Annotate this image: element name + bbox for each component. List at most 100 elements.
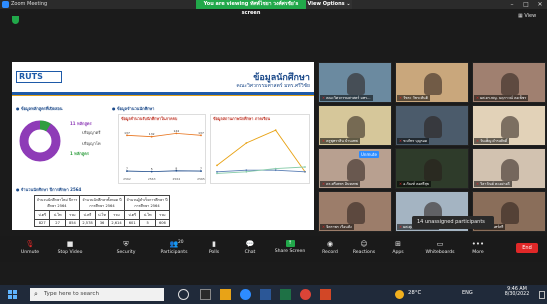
participant-name-text: ผศ.ดร.พญ. นฤกาวณ์ คงเพ็ชร <box>480 96 527 100</box>
bachelor-caption: ปริญญาตรี <box>82 130 101 135</box>
language-indicator[interactable]: ENG <box>462 290 473 296</box>
zoom-taskbar-icon[interactable] <box>240 289 251 300</box>
participant-tile[interactable]: ✕ ดร.ศรีเพชร อินทเทพ <box>318 148 392 189</box>
chart-b-point <box>304 166 306 168</box>
toolbar-label: Chat <box>244 250 256 255</box>
maximize-button[interactable]: □ <box>519 0 533 9</box>
word-icon[interactable] <box>260 289 271 300</box>
chart-a-box: ข้อมูลจำนวนรับนักศึกษาในภาคจบ 137 132 144 1… <box>118 114 206 184</box>
participant-tile[interactable]: ✕ วันเพ็ญ ดำรงศักดิ์ <box>472 105 546 146</box>
more-button[interactable]: ••• More <box>456 240 500 255</box>
participant-tile[interactable]: ✕ คณะวิศวกรรมศาสตร์ มทร... <box>318 62 392 103</box>
chart-b-plot <box>216 129 306 175</box>
participant-avatar <box>347 73 365 95</box>
students-section-label: ข้อมูลจำนวนนักศึกษา <box>116 106 155 111</box>
unassigned-participants-notice[interactable]: 14 unassigned participants <box>412 216 494 229</box>
header-accent-line <box>12 95 314 96</box>
security-button[interactable]: ⛨ Security <box>104 240 148 255</box>
stop-video-button[interactable]: ■ Stop Video <box>48 240 92 255</box>
zoom-window: Zoom Meeting – □ ✕ You are viewing ทัศพ์… <box>0 0 547 304</box>
encryption-shield-icon[interactable] <box>12 16 19 24</box>
chart-a-x-tick: 2565 <box>197 177 205 181</box>
table-sub-header: รวม <box>64 210 81 220</box>
table-sub-header: รวม <box>154 210 171 220</box>
courses-section-label: ข้อมูลหลักสูตรที่เปิดสอน <box>20 106 63 111</box>
participant-avatar <box>347 202 365 224</box>
view-options-button[interactable]: View Options ⌄ <box>306 0 352 9</box>
chart-b-title: ข้อมูลสถานภาพนักศึกษา ภาคเรียน <box>213 116 271 121</box>
participants-button[interactable]: 👥 20 Participants <box>152 240 196 255</box>
chart-b-point <box>274 169 277 172</box>
apps-button[interactable]: ⊞ Apps <box>376 240 420 255</box>
chart-b-series-line <box>216 166 306 174</box>
participant-tile[interactable]: ✕ วัชระ วัชระสันติ <box>395 62 469 103</box>
logo-text: RUTS <box>19 72 43 81</box>
task-view-icon[interactable] <box>178 289 189 300</box>
donut-slice-master <box>39 120 51 132</box>
excel-icon[interactable] <box>280 289 291 300</box>
end-meeting-button[interactable]: End <box>516 243 538 253</box>
participant-name-text: ดร.ศรีเพชร อินทเทพ <box>326 182 358 186</box>
notifications-icon[interactable] <box>539 291 545 299</box>
close-button[interactable]: ✕ <box>533 0 547 9</box>
chat-button[interactable]: 💬 Chat <box>228 240 272 255</box>
toolbar-label: Stop Video <box>57 250 83 255</box>
chrome-icon[interactable] <box>300 289 311 300</box>
chart-a-data-label: 8 <box>175 166 177 170</box>
unmute-pill[interactable]: Unmute <box>359 151 379 158</box>
weather-icon[interactable] <box>395 290 404 299</box>
participant-tile[interactable]: ✕ ชวภัทร บุญรอด <box>395 105 469 146</box>
clock-date: 8/30/2022 <box>504 292 530 297</box>
table-cell: 36 <box>95 219 109 227</box>
chat-icon: 💬 <box>245 240 255 248</box>
chart-a-data-label: 7 <box>200 167 202 171</box>
viewing-screen-banner: You are viewing ทัศพ์ไชยา วงศ์ศรชัย's sc… <box>196 0 306 16</box>
participant-tile[interactable]: ✕ วิลาวัณย์ ตะอย่างดี <box>472 148 546 189</box>
participant-tile[interactable]: ✕ ครูพุทราสิน บ้านเทพ <box>318 105 392 146</box>
table-sub-header: รวม <box>107 210 126 220</box>
taskbar-search-box[interactable]: ⌕ Type here to search <box>30 288 164 301</box>
participant-avatar <box>501 159 519 181</box>
table-section-title: ● จำนวนนักศึกษา ปีการศึกษา 2564 <box>16 186 81 193</box>
participant-name-text: ครูพุทราสิน บ้านเทพ <box>326 139 358 143</box>
participant-tile[interactable]: ✕ ผศ.ดร.พญ. นฤกาวณ์ คงเพ็ชร <box>472 62 546 103</box>
minimize-button[interactable]: – <box>505 0 519 9</box>
view-button[interactable]: ▦ View <box>518 13 536 19</box>
table-cell: 5 <box>139 219 156 227</box>
participant-name-text: ชวภัทร บุญรอด <box>403 139 428 143</box>
table-cell: 2,578 <box>78 219 97 227</box>
participant-name: ✕ วิลาวัณย์ ตะอย่างดี <box>474 181 512 187</box>
table-sub-header: ป.ตรี <box>123 210 141 220</box>
share-screen-button[interactable]: ↑ Share Screen <box>268 240 312 254</box>
participant-name-text: วิลาวัณย์ ตะอย่างดี <box>480 182 510 186</box>
table-sub-header: ป.ตรี <box>78 210 97 220</box>
participant-tile[interactable]: ✕ จิตราพร เรือนสัง <box>318 191 392 232</box>
courses-section-title: ● ข้อมูลหลักสูตรที่เปิดสอน <box>16 105 63 112</box>
chart-a-data-label: 144 <box>173 129 179 133</box>
unmute-button[interactable]: 🎙 Unmute <box>8 240 52 255</box>
apps-icon: ⊞ <box>395 240 401 248</box>
table-sub-header: ป.โท <box>95 210 109 220</box>
video-icon: ■ <box>66 240 74 248</box>
table-sub-header: ป.โท <box>139 210 156 220</box>
table-cell: 601 <box>123 219 141 227</box>
powerpoint-icon[interactable] <box>320 289 331 300</box>
taskbar-app-icon[interactable] <box>200 289 211 300</box>
chart-b-point <box>274 167 277 170</box>
chart-a-series-line <box>126 132 202 138</box>
slide-subtitle: คณะวิศวกรรมศาสตร์ มทร.ศรีวิชัย <box>236 83 310 89</box>
windows-start-icon[interactable] <box>8 290 17 299</box>
chart-a-data-label: 137 <box>124 131 130 135</box>
clock[interactable]: 9:46 AM 8/30/2022 <box>500 287 534 297</box>
participant-tile[interactable]: ✕ อ.กัณฑ์ คงศรีสุข <box>395 148 469 189</box>
chart-a-x-tick: 2562 <box>123 177 131 181</box>
table-cell: 606 <box>154 219 171 227</box>
participant-avatar <box>501 116 519 138</box>
chart-a-x-tick: 2563 <box>148 177 156 181</box>
student-stats-table: จำนวนนักศึกษาใหม่ ปีการศึกษา 2564 จำนวนน… <box>33 195 171 227</box>
file-explorer-icon[interactable] <box>220 289 231 300</box>
table-section-label: จำนวนนักศึกษา ปีการศึกษา 2564 <box>20 187 82 192</box>
participant-avatar <box>501 73 519 95</box>
chart-a-title: ข้อมูลจำนวนรับนักศึกษาในภาคจบ <box>121 116 178 121</box>
temperature: 28°C <box>408 290 422 296</box>
